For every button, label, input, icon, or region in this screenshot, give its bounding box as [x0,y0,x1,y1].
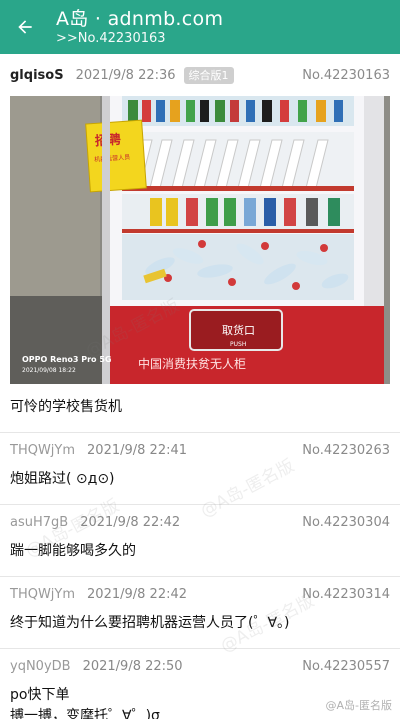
weibo-watermark: @A岛-匿名版 [325,699,393,712]
post-time: 2021/9/8 22:41 [87,442,188,458]
post-header: yqN0yDB 2021/9/8 22:50 No.42230557 [10,649,390,683]
back-button[interactable] [0,0,50,54]
post-number[interactable]: No.42230314 [302,587,390,602]
post-time: 2021/9/8 22:42 [87,586,188,602]
post-number[interactable]: No.42230163 [302,68,390,83]
user-id[interactable]: THQWjYm [10,443,75,458]
thread-content[interactable]: glqisoS 2021/9/8 22:36 综合版1 No.42230163 [0,54,400,719]
user-id[interactable]: asuH7gB [10,515,68,530]
thread-op-post: glqisoS 2021/9/8 22:36 综合版1 No.42230163 [0,54,400,433]
post-content: 踹一脚能够喝多久的 [10,543,136,559]
post-number[interactable]: No.42230263 [302,443,390,458]
reply-post: THQWjYm 2021/9/8 22:41 No.42230263 炮姐路过(… [0,433,400,505]
user-id[interactable]: yqN0yDB [10,659,71,674]
user-id[interactable]: THQWjYm [10,587,75,602]
post-header: THQWjYm 2021/9/8 22:41 No.42230263 [10,433,390,467]
post-content: 可怜的学校售货机 [10,399,122,415]
post-number[interactable]: No.42230304 [302,515,390,530]
camera-watermark: OPPO Reno3 Pro 5G [22,355,112,364]
thread-number-subtitle[interactable]: >>No.42230163 [56,30,223,47]
vending-machine-photo: 招聘 机器运营人员 取货口 PUSH 中国消费扶贫无人柜 [10,96,390,384]
arrow-left-icon [18,20,32,34]
board-badge[interactable]: 综合版1 [183,66,234,84]
pickup-label: 取货口 [222,323,255,337]
photo-date-watermark: 2021/09/08 18:22 [22,367,76,374]
post-content: 终于知道为什么要招聘机器运营人员了(゜∀。) [10,615,290,631]
post-content: 炮姐路过( ⊙д⊙) [10,471,115,487]
user-id[interactable]: glqisoS [10,68,64,83]
post-header: asuH7gB 2021/9/8 22:42 No.42230304 [10,505,390,539]
post-image[interactable]: 招聘 机器运营人员 取货口 PUSH 中国消费扶贫无人柜 OPPO Reno3 … [10,96,390,384]
reply-post: THQWjYm 2021/9/8 22:42 No.42230314 终于知道为… [0,577,400,649]
pickup-sublabel: PUSH [230,341,246,348]
machine-banner-text: 中国消费扶贫无人柜 [138,356,246,371]
app-bar: A岛 · adnmb.com >>No.42230163 [0,0,400,54]
post-number[interactable]: No.42230557 [302,659,390,674]
post-time: 2021/9/8 22:50 [82,658,183,674]
post-header: glqisoS 2021/9/8 22:36 综合版1 No.42230163 [10,54,390,96]
app-title: A岛 · adnmb.com [56,7,224,30]
post-time: 2021/9/8 22:36 [75,67,176,83]
reply-post: asuH7gB 2021/9/8 22:42 No.42230304 踹一脚能够… [0,505,400,577]
post-time: 2021/9/8 22:42 [80,514,181,530]
post-header: THQWjYm 2021/9/8 22:42 No.42230314 [10,577,390,611]
